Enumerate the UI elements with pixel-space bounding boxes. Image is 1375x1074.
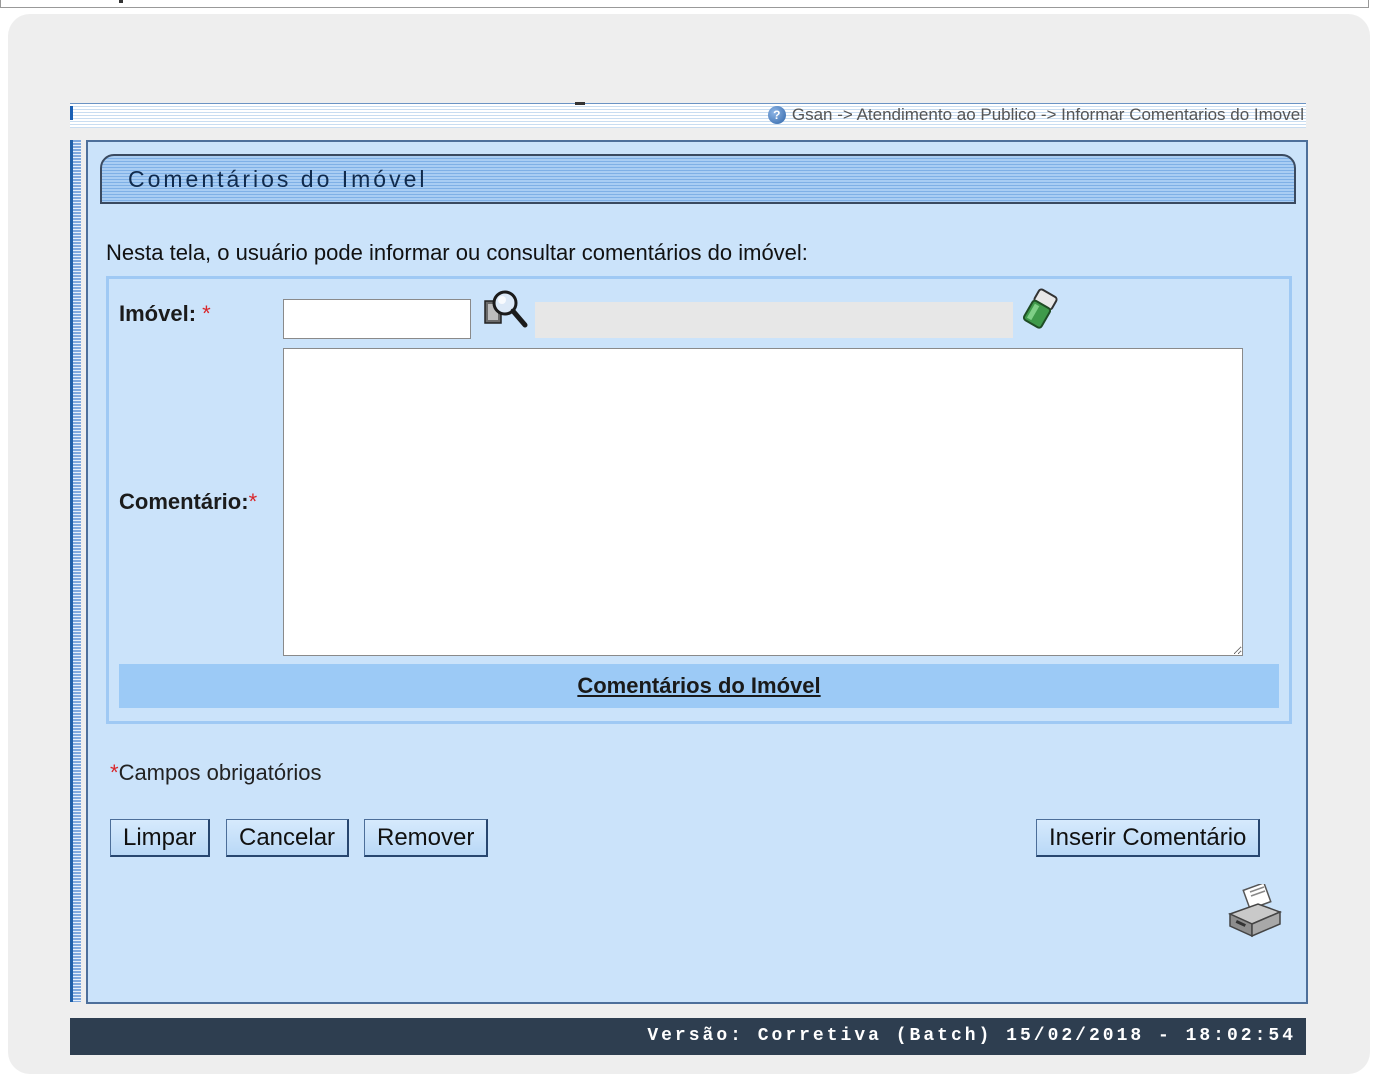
breadcrumb-mark: [575, 102, 585, 105]
comentario-label: Comentário:*: [119, 489, 257, 515]
page-title: Comentários do Imóvel: [128, 166, 428, 192]
question-circle-icon[interactable]: ?: [767, 106, 786, 124]
version-footer: Versão: Corretiva (Batch) 15/02/2018 - 1…: [70, 1018, 1306, 1055]
breadcrumb-left-tick: [70, 106, 73, 120]
form-box: Imóvel: * Comentário:* Comentários do Im…: [106, 276, 1292, 724]
remover-button[interactable]: Remover: [364, 819, 489, 857]
comentario-label-text: Comentário:: [119, 489, 249, 514]
inserir-comentario-button[interactable]: Inserir Comentário: [1036, 819, 1261, 857]
breadcrumb: ? Gsan -> Atendimento ao Publico -> Info…: [767, 105, 1304, 125]
intro-text: Nesta tela, o usuário pode informar ou c…: [106, 240, 808, 265]
imovel-description-field: [535, 302, 1013, 338]
imovel-label-text: Imóvel:: [119, 301, 197, 326]
imovel-input[interactable]: [283, 299, 471, 339]
magnifier-search-icon[interactable]: [481, 287, 529, 331]
imovel-label: Imóvel: *: [119, 301, 211, 327]
required-note-text: Campos obrigatórios: [118, 760, 322, 785]
comentario-textarea[interactable]: [283, 348, 1243, 656]
comments-link-bar: Comentários do Imóvel: [119, 664, 1279, 708]
main-panel: Comentários do Imóvel Nesta tela, o usuá…: [86, 140, 1308, 1004]
limpar-button[interactable]: Limpar: [110, 819, 211, 857]
top-window-strip: [0, 0, 1369, 8]
left-rail: [70, 140, 81, 1002]
printer-icon[interactable]: [1224, 884, 1284, 940]
version-text: Versão: Corretiva (Batch) 15/02/2018 - 1…: [647, 1026, 1296, 1046]
cancelar-button[interactable]: Cancelar: [226, 819, 350, 857]
required-fields-note: *Campos obrigatórios: [110, 760, 322, 786]
required-note-star: *: [110, 760, 119, 785]
breadcrumb-text: Gsan -> Atendimento ao Publico -> Inform…: [791, 105, 1304, 124]
imovel-required-mark: *: [202, 301, 211, 326]
strip-mark: [119, 0, 123, 3]
eraser-icon[interactable]: [1021, 287, 1059, 331]
breadcrumb-bar: ? Gsan -> Atendimento ao Publico -> Info…: [70, 102, 1306, 128]
comentario-required-mark: *: [248, 489, 258, 514]
panel-title-header: Comentários do Imóvel: [100, 154, 1296, 204]
comments-link[interactable]: Comentários do Imóvel: [577, 673, 820, 699]
